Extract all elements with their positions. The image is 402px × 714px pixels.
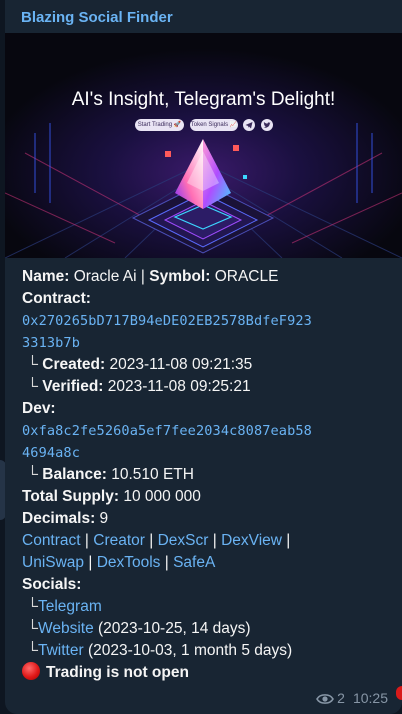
name-value: Oracle Ai bbox=[73, 268, 137, 285]
separator: | bbox=[140, 268, 145, 285]
separator: | bbox=[88, 554, 93, 571]
created-label: Created: bbox=[42, 356, 106, 373]
dextools-link[interactable]: DexTools bbox=[97, 554, 161, 571]
contract-link[interactable]: Contract bbox=[22, 532, 81, 549]
decimals-label: Decimals: bbox=[22, 510, 96, 527]
symbol-label: Symbol: bbox=[149, 268, 211, 285]
tree-branch-glyph: └ bbox=[27, 598, 38, 615]
eye-icon bbox=[316, 692, 335, 708]
banner-image[interactable]: AI's Insight, Telegram's Delight! Start … bbox=[5, 33, 402, 258]
separator: | bbox=[286, 532, 291, 549]
contract-address-line2[interactable]: 3313b7b bbox=[22, 332, 394, 354]
separator: | bbox=[149, 532, 154, 549]
balance-value: 10.510 ETH bbox=[111, 466, 194, 483]
message-meta: 2 10:25 bbox=[316, 690, 388, 708]
banner-title: AI's Insight, Telegram's Delight! bbox=[71, 89, 336, 110]
telegram-line: └Telegram bbox=[22, 596, 394, 618]
banner-start-trading-button: Start Trading 🚀 bbox=[135, 119, 184, 131]
separator: | bbox=[84, 532, 89, 549]
separator: | bbox=[164, 554, 169, 571]
name-symbol-line: Name: Oracle Ai | Symbol: ORACLE bbox=[22, 266, 394, 288]
contract-address-line1[interactable]: 0x270265bD717B94eDE02EB2578BdfeF923 bbox=[22, 310, 394, 332]
dexview-link[interactable]: DexView bbox=[221, 532, 282, 549]
trading-status: Trading is not open bbox=[46, 664, 189, 681]
message-bubble: Blazing Social Finder AI's Insight, Tele… bbox=[5, 0, 402, 714]
verified-value: 2023-11-08 09:25:21 bbox=[107, 378, 251, 395]
banner-artwork bbox=[5, 33, 402, 258]
total-supply-value: 10 000 000 bbox=[123, 488, 201, 505]
name-label: Name: bbox=[22, 268, 70, 285]
balance-label: Balance: bbox=[42, 466, 107, 483]
twitter-icon bbox=[261, 119, 273, 131]
created-value: 2023-11-08 09:21:35 bbox=[109, 356, 253, 373]
message-text: Name: Oracle Ai | Symbol: ORACLE Contrac… bbox=[22, 266, 394, 684]
red-circle-icon bbox=[22, 662, 40, 680]
balance-line: └ Balance: 10.510 ETH bbox=[22, 464, 394, 486]
website-note: (2023-10-25, 14 days) bbox=[98, 620, 251, 637]
tree-branch-glyph: └ bbox=[27, 642, 38, 659]
safea-link[interactable]: SafeA bbox=[173, 554, 215, 571]
trading-status-line: Trading is not open bbox=[22, 662, 394, 684]
decimals-value: 9 bbox=[99, 510, 109, 527]
website-line: └Website (2023-10-25, 14 days) bbox=[22, 618, 394, 640]
tree-branch-glyph: └ bbox=[27, 378, 38, 395]
banner-token-signals-button: Token Signals 📈 bbox=[190, 119, 238, 131]
twitter-link[interactable]: Twitter bbox=[38, 642, 84, 659]
tree-branch-glyph: └ bbox=[27, 466, 38, 483]
dev-address-line2[interactable]: 4694a8c bbox=[22, 442, 394, 464]
verified-label: Verified: bbox=[42, 378, 104, 395]
total-supply-line: Total Supply: 10 000 000 bbox=[22, 486, 394, 508]
tree-branch-glyph: └ bbox=[27, 620, 38, 637]
telegram-link[interactable]: Telegram bbox=[38, 598, 102, 615]
creator-link[interactable]: Creator bbox=[93, 532, 145, 549]
separator: | bbox=[212, 532, 217, 549]
verified-line: └ Verified: 2023-11-08 09:25:21 bbox=[22, 376, 394, 398]
message-time: 10:25 bbox=[352, 690, 388, 706]
links-line-1: Contract | Creator | DexScr | DexView | bbox=[22, 530, 394, 552]
symbol-value: ORACLE bbox=[214, 268, 279, 285]
uniswap-link[interactable]: UniSwap bbox=[22, 554, 84, 571]
reaction-icon[interactable] bbox=[396, 686, 402, 700]
view-count: 2 bbox=[337, 690, 345, 706]
telegram-icon bbox=[243, 119, 255, 131]
twitter-line: └Twitter (2023-10-03, 1 month 5 days) bbox=[22, 640, 394, 662]
contract-label: Contract: bbox=[22, 290, 91, 307]
sender-name[interactable]: Blazing Social Finder bbox=[21, 9, 173, 26]
decimals-line: Decimals: 9 bbox=[22, 508, 394, 530]
tree-branch-glyph: └ bbox=[27, 356, 38, 373]
socials-label: Socials: bbox=[22, 576, 82, 593]
total-supply-label: Total Supply: bbox=[22, 488, 120, 505]
dev-label: Dev: bbox=[22, 400, 56, 417]
twitter-note: (2023-10-03, 1 month 5 days) bbox=[87, 642, 293, 659]
links-line-2: UniSwap | DexTools | SafeA bbox=[22, 552, 394, 574]
website-link[interactable]: Website bbox=[38, 620, 94, 637]
dev-address-line1[interactable]: 0xfa8c2fe5260a5ef7fee2034c8087eab58 bbox=[22, 420, 394, 442]
created-line: └ Created: 2023-11-08 09:21:35 bbox=[22, 354, 394, 376]
dexscr-link[interactable]: DexScr bbox=[158, 532, 209, 549]
